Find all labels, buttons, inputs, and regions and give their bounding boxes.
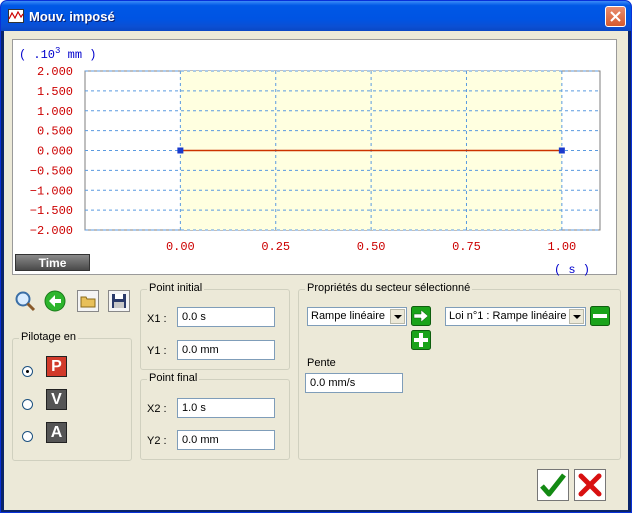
window: Mouv. imposé ( .103 mm ) 2.000 1.500 1.000…: [0, 0, 632, 513]
law-select[interactable]: Loi n°1 : Rampe linéaire: [445, 307, 586, 326]
remove-minus-icon[interactable]: [590, 306, 610, 326]
radio-pilotage-v[interactable]: [22, 399, 33, 410]
close-button[interactable]: [605, 6, 626, 27]
sector-type-select[interactable]: Rampe linéaire: [307, 307, 407, 326]
x2-label: X2 :: [147, 403, 167, 415]
add-plus-icon[interactable]: [411, 330, 431, 350]
y1-label: Y1 :: [147, 345, 167, 357]
chart-svg[interactable]: 2.000 1.500 1.000 0.500 0.000 −0.500 −1.000 −1.…: [13, 40, 616, 274]
window-title: Mouv. imposé: [29, 9, 115, 24]
title-bar[interactable]: Mouv. imposé: [1, 1, 631, 31]
open-folder-icon[interactable]: [77, 290, 99, 312]
dialog-client: ( .103 mm ) 2.000 1.500 1.000 0.500 0.000 −0.…: [4, 31, 628, 510]
save-disk-icon[interactable]: [108, 290, 130, 312]
y-tick-label: 2.000: [37, 65, 73, 79]
plot-area[interactable]: ( .103 mm ) 2.000 1.500 1.000 0.500 0.000 −0.…: [12, 39, 617, 277]
zoom-icon[interactable]: [14, 290, 36, 312]
cross-icon: [578, 473, 602, 497]
app-icon: [8, 9, 24, 23]
mode-v-label: V: [51, 391, 62, 408]
cancel-button[interactable]: [574, 469, 606, 501]
data-point: [558, 147, 565, 154]
pente-label: Pente: [307, 357, 336, 369]
close-icon: [610, 11, 621, 22]
mode-v-box[interactable]: V: [46, 389, 67, 410]
y-tick-label: 0.000: [37, 145, 73, 159]
y-tick-label: 1.000: [37, 105, 73, 119]
chevron-down-icon: [569, 309, 584, 324]
y1-field[interactable]: 0.0 mm: [177, 340, 275, 360]
x-tick-label: 0.50: [357, 240, 386, 254]
radio-pilotage-p[interactable]: [22, 366, 33, 377]
x1-label: X1 :: [147, 313, 167, 325]
chevron-down-icon: [390, 309, 405, 324]
law-value: Loi n°1 : Rampe linéaire: [449, 310, 567, 322]
check-icon: [540, 473, 566, 497]
y2-field[interactable]: 0.0 mm: [177, 430, 275, 450]
mode-p-label: P: [51, 358, 62, 375]
x-unit-label: ( s ): [554, 263, 591, 277]
y-tick-label: −0.500: [30, 164, 73, 178]
mode-a-box[interactable]: A: [46, 422, 67, 443]
proprietes-title: Propriétés du secteur sélectionné: [305, 282, 473, 294]
x-tick-label: 0.75: [452, 240, 481, 254]
x-tick-label: 0.25: [261, 240, 290, 254]
point-initial-title: Point initial: [147, 282, 205, 294]
y-tick-label: −1.000: [30, 184, 73, 198]
mode-p-box[interactable]: P: [46, 356, 67, 377]
pilotage-title: Pilotage en: [19, 331, 79, 343]
x2-field[interactable]: 1.0 s: [177, 398, 275, 418]
sector-type-value: Rampe linéaire: [311, 310, 385, 322]
point-final-title: Point final: [147, 372, 200, 384]
x1-field[interactable]: 0.0 s: [177, 307, 275, 327]
ok-button[interactable]: [537, 469, 569, 501]
pente-field[interactable]: 0.0 mm/s: [305, 373, 403, 393]
back-arrow-icon[interactable]: [44, 290, 66, 312]
data-point: [177, 147, 184, 154]
y-tick-label: 0.500: [37, 125, 73, 139]
next-arrow-icon[interactable]: [411, 306, 431, 326]
y-tick-label: −2.000: [30, 224, 73, 238]
x-tick-label: 0.00: [166, 240, 195, 254]
x-tick-label: 1.00: [547, 240, 576, 254]
time-button[interactable]: Time: [15, 254, 90, 271]
y-tick-label: 1.500: [37, 85, 73, 99]
mode-a-label: A: [50, 424, 63, 441]
radio-pilotage-a[interactable]: [22, 431, 33, 442]
y-tick-label: −1.500: [30, 204, 73, 218]
y2-label: Y2 :: [147, 435, 167, 447]
